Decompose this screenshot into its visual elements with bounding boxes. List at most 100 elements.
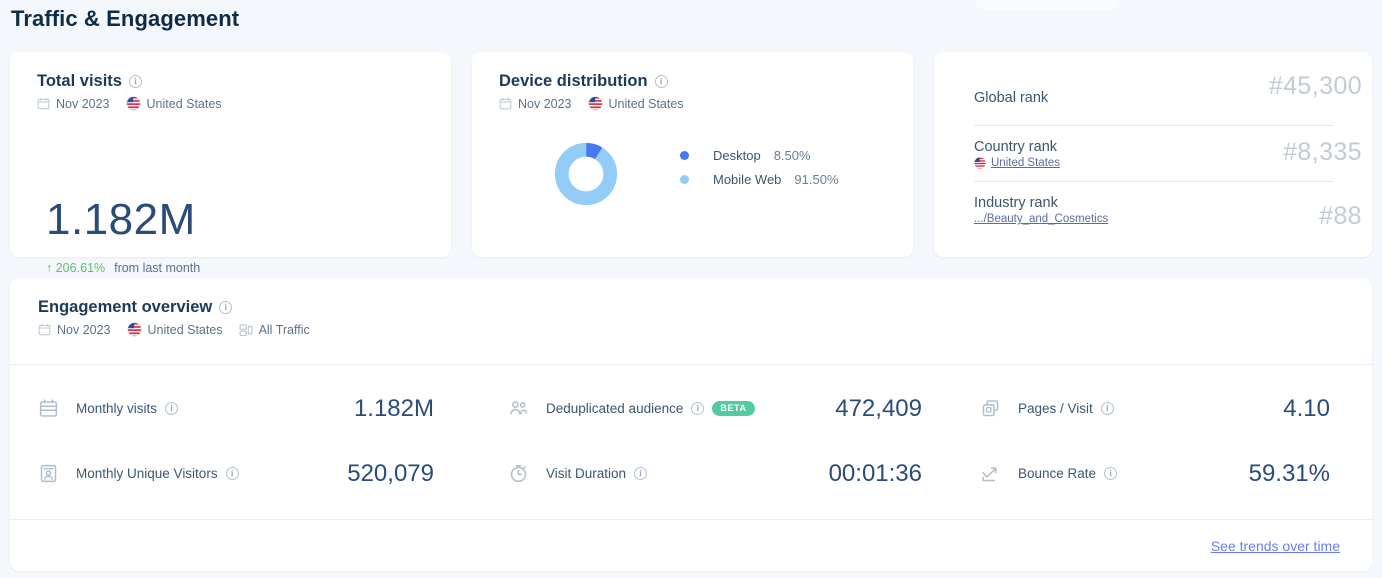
- device-distribution-country: United States: [609, 97, 684, 111]
- people-icon: [508, 398, 529, 419]
- total-visits-card: Total visits Nov 2023: [10, 52, 451, 257]
- total-visits-header: Total visits Nov 2023: [10, 52, 451, 111]
- metric-visit-duration: Visit Duration 00:01:36: [490, 441, 970, 506]
- metric-label-group: Pages / Visit: [1018, 401, 1114, 416]
- engagement-divider-top: [10, 364, 1372, 365]
- engagement-country: United States: [148, 323, 223, 337]
- legend-item: Mobile Web 91.50%: [680, 172, 839, 187]
- us-flag-icon: [588, 96, 603, 111]
- legend-value: 8.50%: [774, 148, 811, 163]
- device-distribution-title-row: Device distribution: [499, 72, 913, 91]
- metric-label: Visit Duration: [546, 466, 626, 481]
- industry-rank-label-group: Industry rank .../Beauty_and_Cosmetics: [974, 195, 1108, 225]
- legend-label: Desktop: [713, 148, 761, 163]
- visitor-icon: [38, 463, 59, 484]
- total-visits-title: Total visits: [37, 72, 122, 91]
- metric-value: 520,079: [347, 460, 434, 488]
- info-icon[interactable]: [129, 75, 142, 88]
- metric-label: Deduplicated audience: [546, 401, 683, 416]
- device-distribution-header: Device distribution Nov 2023: [472, 52, 913, 111]
- rank-value: #8,335: [1283, 138, 1362, 167]
- us-flag-icon: [127, 322, 142, 337]
- delta-percent: 206.61%: [56, 261, 105, 275]
- engagement-title-row: Engagement overview: [38, 298, 1372, 317]
- calendar-icon: [37, 97, 50, 110]
- info-icon[interactable]: [1101, 402, 1114, 415]
- metric-value: 472,409: [835, 395, 922, 423]
- country-rank-label-group: Country rank: [974, 139, 1060, 169]
- rank-value: #88: [1319, 202, 1362, 231]
- device-distribution-filters: Nov 2023 United States: [499, 96, 913, 111]
- rank-label: Country rank: [974, 139, 1060, 155]
- metric-bounce-rate: Bounce Rate 59.31%: [970, 441, 1372, 506]
- engagement-divider-bottom: [10, 519, 1372, 520]
- legend-dot-desktop: [680, 151, 689, 160]
- calendar-icon: [38, 323, 51, 336]
- delta-note: from last month: [114, 261, 200, 275]
- info-icon[interactable]: [634, 467, 647, 480]
- metric-value: 1.182M: [354, 395, 434, 423]
- beta-badge: BETA: [712, 401, 754, 416]
- legend-label: Mobile Web: [713, 172, 781, 187]
- device-donut-chart: [554, 142, 618, 211]
- rank-label: Industry rank: [974, 195, 1108, 211]
- metric-value: 4.10: [1283, 395, 1330, 423]
- device-distribution-title: Device distribution: [499, 72, 648, 91]
- metric-pages-per-visit: Pages / Visit 4.10: [970, 376, 1372, 441]
- industry-rank-link[interactable]: .../Beauty_and_Cosmetics: [974, 213, 1108, 225]
- metric-value: 59.31%: [1249, 460, 1330, 488]
- total-visits-delta: ↑ 206.61% from last month: [46, 261, 200, 275]
- country-rank-sub: United States: [974, 157, 1060, 169]
- rank-label: Global rank: [974, 90, 1048, 106]
- total-visits-filters: Nov 2023 United States: [37, 96, 451, 111]
- see-trends-over-time-link[interactable]: See trends over time: [1211, 538, 1340, 554]
- engagement-date: Nov 2023: [57, 323, 111, 337]
- metric-row: Monthly visits 1.182M Deduplicated audie…: [10, 376, 1372, 441]
- total-visits-value: 1.182M: [46, 198, 196, 242]
- info-icon[interactable]: [226, 467, 239, 480]
- metric-label: Monthly visits: [76, 401, 157, 416]
- legend-item: Desktop 8.50%: [680, 148, 839, 163]
- metric-monthly-unique-visitors: Monthly Unique Visitors 520,079: [10, 441, 490, 506]
- info-icon[interactable]: [691, 402, 704, 415]
- metric-label-group: Bounce Rate: [1018, 466, 1117, 481]
- engagement-overview-card: Engagement overview Nov 2023: [10, 278, 1372, 571]
- metric-label-group: Deduplicated audience BETA: [546, 401, 755, 416]
- us-flag-icon: [126, 96, 141, 111]
- delta-value: ↑ 206.61%: [46, 261, 105, 275]
- metric-label-group: Monthly visits: [76, 401, 178, 416]
- traffic-channels-icon: [239, 323, 253, 337]
- country-rank-link[interactable]: United States: [991, 157, 1060, 169]
- engagement-traffic: All Traffic: [259, 323, 310, 337]
- calendar-icon: [499, 97, 512, 110]
- total-visits-title-row: Total visits: [37, 72, 451, 91]
- info-icon[interactable]: [219, 301, 232, 314]
- engagement-metrics: Monthly visits 1.182M Deduplicated audie…: [10, 376, 1372, 506]
- metric-label: Monthly Unique Visitors: [76, 466, 218, 481]
- device-distribution-date: Nov 2023: [518, 97, 572, 111]
- info-icon[interactable]: [1104, 467, 1117, 480]
- metric-row: Monthly Unique Visitors 520,079 Visit Du…: [10, 441, 1372, 506]
- engagement-header: Engagement overview Nov 2023: [10, 278, 1372, 337]
- legend-dot-mobile-web: [680, 175, 689, 184]
- total-visits-date: Nov 2023: [56, 97, 110, 111]
- metric-value: 00:01:36: [829, 460, 922, 488]
- page-title: Traffic & Engagement: [11, 6, 239, 32]
- engagement-title: Engagement overview: [38, 298, 212, 317]
- info-icon[interactable]: [165, 402, 178, 415]
- metric-monthly-visits: Monthly visits 1.182M: [10, 376, 490, 441]
- rank-row: Country rank: [974, 126, 1334, 182]
- delta-arrow-icon: ↑: [46, 261, 52, 275]
- metric-label: Bounce Rate: [1018, 466, 1096, 481]
- total-visits-country: United States: [147, 97, 222, 111]
- metric-deduplicated-audience: Deduplicated audience BETA 472,409: [490, 376, 970, 441]
- engagement-filters: Nov 2023 United States: [38, 322, 1372, 337]
- calendar-icon: [38, 398, 59, 419]
- device-legend: Desktop 8.50% Mobile Web 91.50%: [680, 148, 839, 187]
- rank-list: Global rank #45,300 Country rank: [974, 70, 1334, 238]
- stopwatch-icon: [508, 463, 529, 484]
- donut-svg: [554, 142, 618, 206]
- info-icon[interactable]: [655, 75, 668, 88]
- legend-value: 91.50%: [794, 172, 838, 187]
- global-rank-label-group: Global rank: [974, 90, 1048, 106]
